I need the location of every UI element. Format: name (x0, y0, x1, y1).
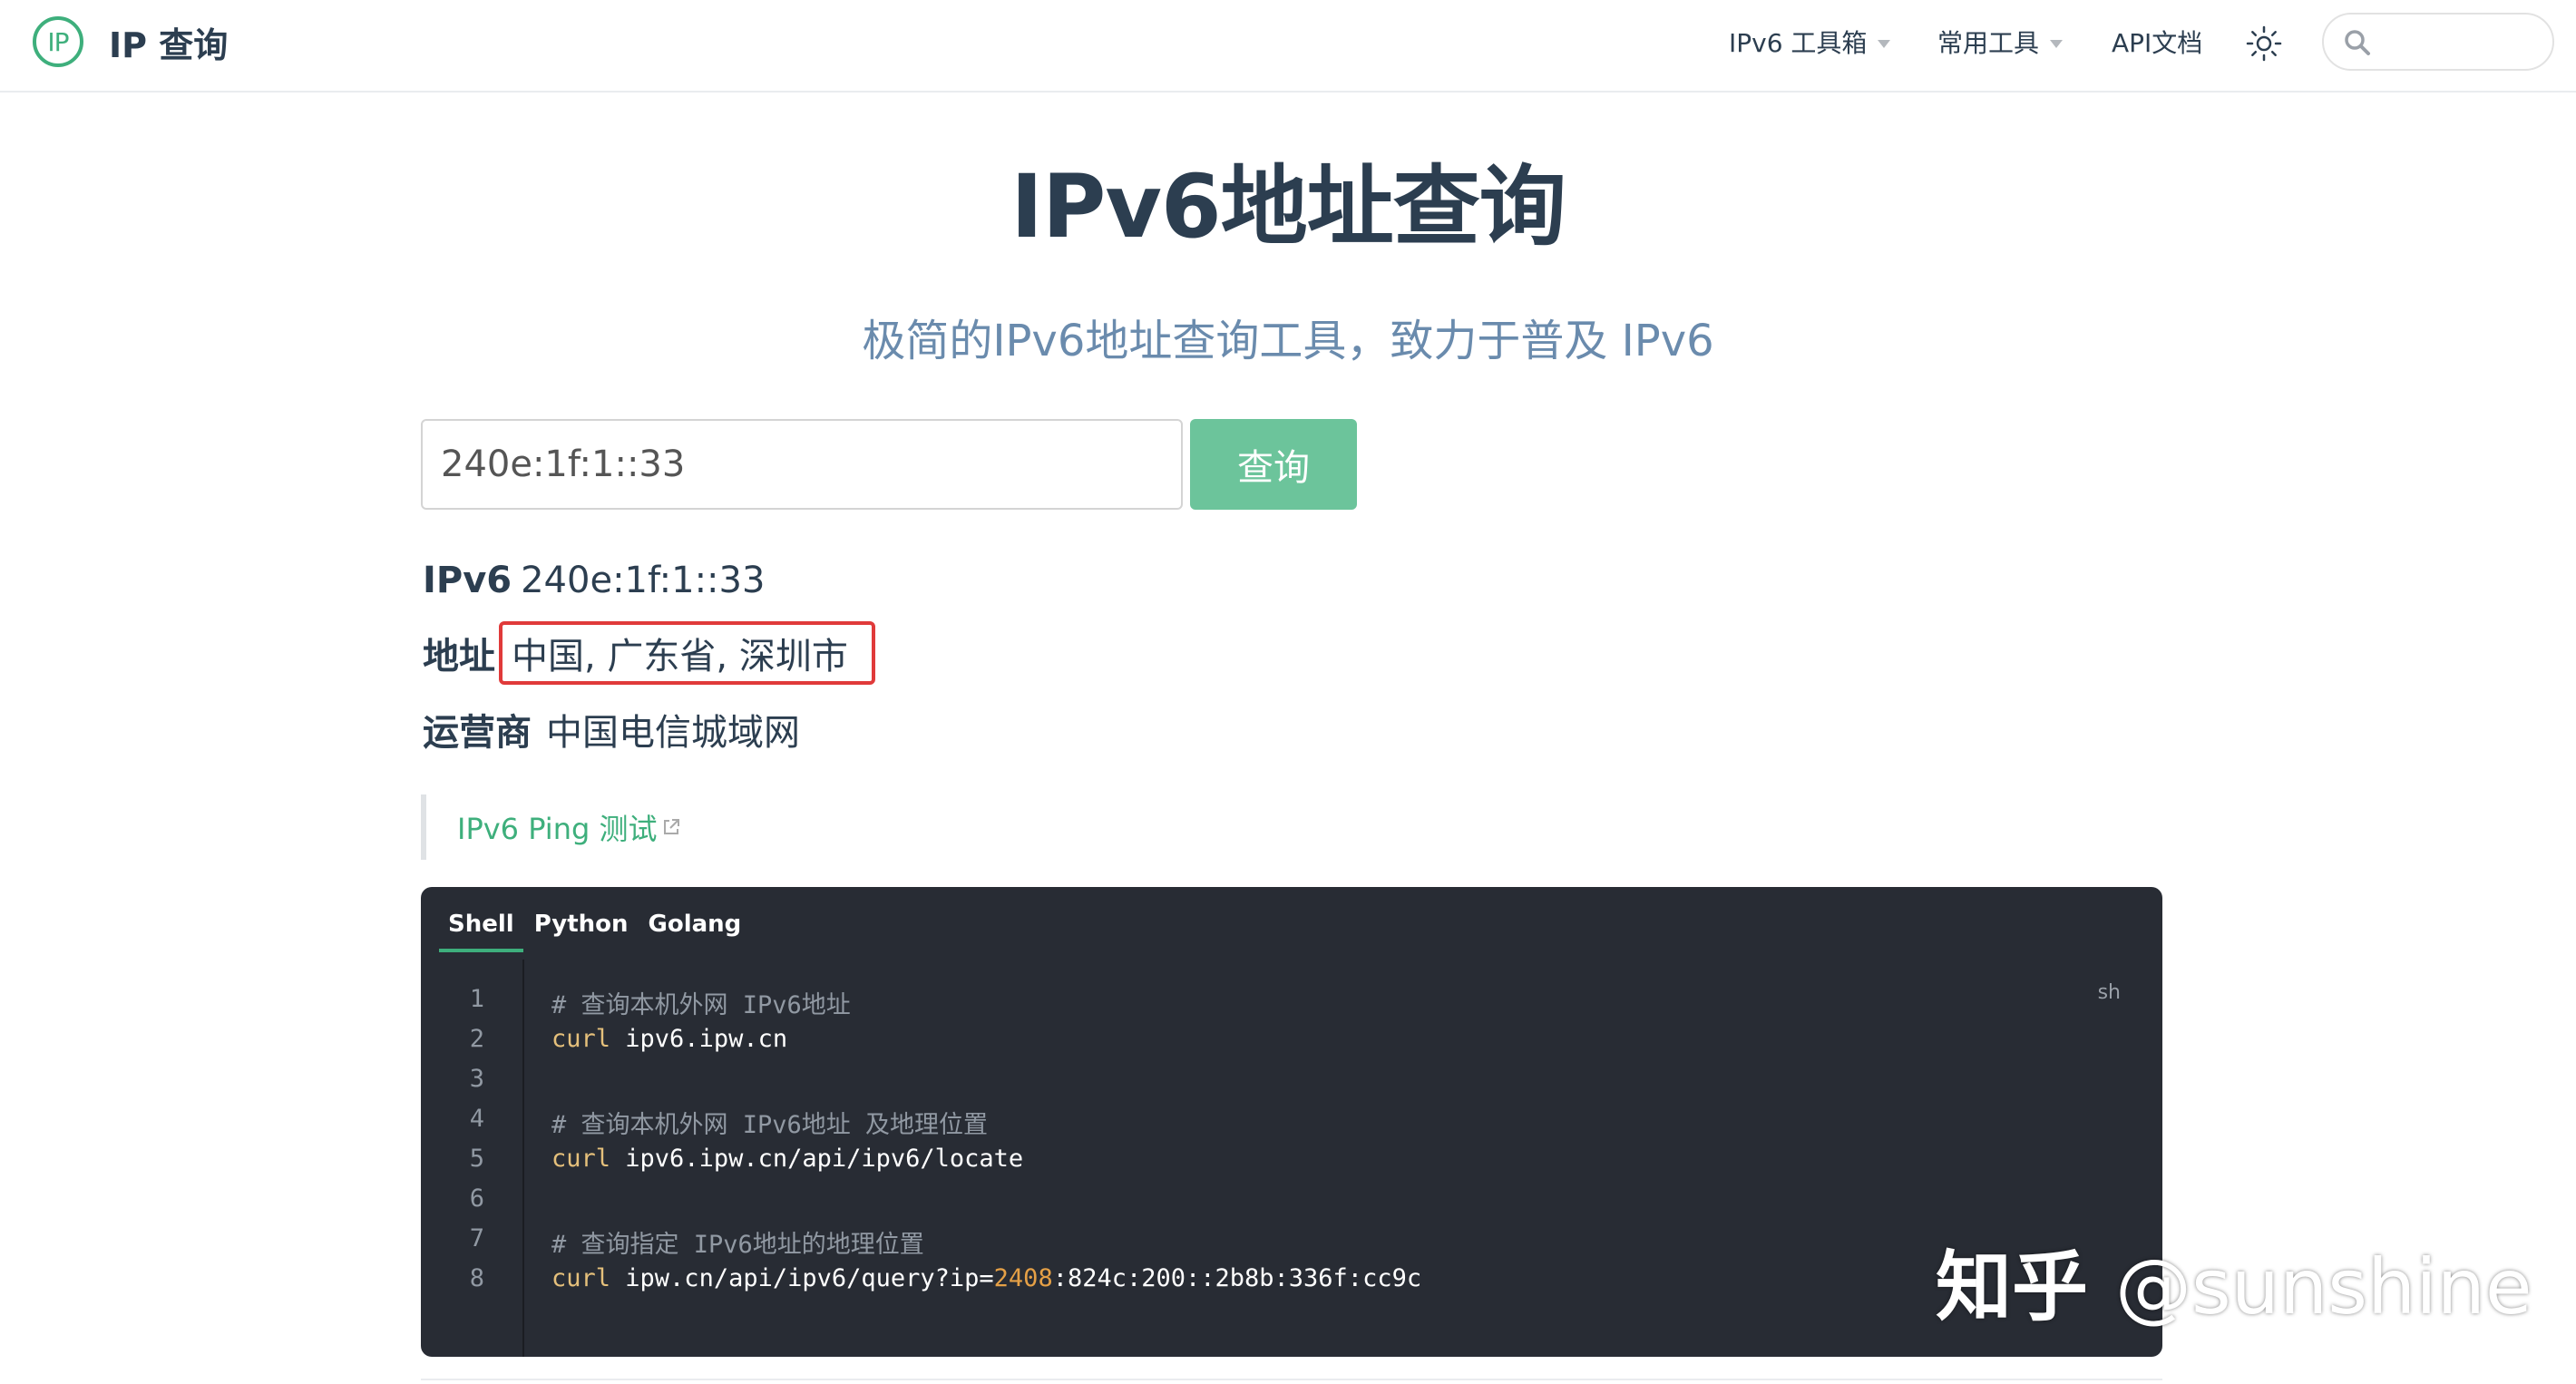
code-command: curl (551, 1145, 611, 1173)
search-box (2322, 13, 2554, 71)
line-number: 3 (469, 1065, 484, 1093)
nav-item-ipv6-toolbox[interactable]: IPv6 工具箱 (1729, 20, 1891, 63)
divider (421, 1379, 2162, 1380)
code-line-comment: # 查询本机外网 IPv6地址 及地理位置 (551, 1111, 989, 1139)
external-link-icon (664, 819, 680, 834)
line-number: 6 (469, 1184, 484, 1213)
code-tabs: Shell Python Golang (439, 911, 752, 952)
code-argument: ipw.cn/api/ipv6/query?ip= (610, 1264, 994, 1292)
isp-value: 中国电信城域网 (546, 712, 800, 754)
code-example-block: Shell Python Golang sh 1 2 3 4 5 6 7 8 #… (421, 887, 2162, 1357)
watermark-handle: @sunshine (2115, 1243, 2532, 1331)
line-number-gutter: 1 2 3 4 5 6 7 8 (421, 960, 524, 1357)
code-language-label: sh (2097, 981, 2121, 1004)
code-line-comment: # 查询指定 IPv6地址的地理位置 (551, 1231, 924, 1259)
result-isp-row: 运营商 中国电信城域网 (423, 702, 800, 756)
isp-label: 运营商 (423, 712, 532, 754)
page-subtitle: 极简的IPv6地址查询工具，致力于普及 IPv6 (862, 316, 1714, 366)
top-navbar: IP IP 查询 IPv6 工具箱 常用工具 API文档 (0, 0, 2576, 93)
ping-tip-block: IPv6 Ping 测试 (421, 794, 965, 860)
line-number: 1 (469, 985, 484, 1013)
nav-item-label: 常用工具 (1937, 28, 2040, 58)
ipv6-value: 240e:1f:1::33 (521, 560, 766, 601)
tab-shell[interactable]: Shell (439, 911, 523, 952)
code-command: curl (551, 1264, 611, 1292)
site-title: IP 查询 (109, 24, 229, 65)
ipv6-ping-link[interactable]: IPv6 Ping 测试 (457, 806, 682, 848)
page-title: IPv6地址查询 (1010, 156, 1566, 258)
line-number: 5 (469, 1145, 484, 1173)
nav-item-label: API文档 (2112, 28, 2203, 58)
line-number: 7 (469, 1224, 484, 1252)
ipv6-address-input[interactable] (421, 419, 1183, 510)
code-line-comment: # 查询本机外网 IPv6地址 (551, 991, 851, 1019)
code-line: curl ipv6.ipw.cn (551, 1025, 787, 1053)
theme-toggle-button[interactable] (2244, 24, 2284, 63)
watermark-brand: 知乎 (1936, 1243, 2089, 1331)
brand-home-link[interactable]: IP IP 查询 (33, 13, 228, 71)
caret-down-icon (1878, 39, 1891, 48)
sun-icon (2246, 25, 2282, 62)
tab-golang[interactable]: Golang (639, 911, 751, 952)
ip-logo-icon: IP (33, 16, 83, 67)
ipv6-label: IPv6 (423, 560, 512, 601)
code-number: 2408 (993, 1264, 1053, 1292)
search-input[interactable] (2380, 24, 2538, 62)
code-line: curl ipw.cn/api/ipv6/query?ip=2408:824c:… (551, 1264, 1421, 1292)
code-argument: ipv6.ipw.cn/api/ipv6/locate (610, 1145, 1024, 1173)
zhihu-watermark: 知乎 @sunshine (1936, 1226, 2532, 1336)
result-address-row: 地址 中国, 广东省, 深圳市 (423, 621, 875, 685)
code-command: curl (551, 1025, 611, 1053)
nav-item-api-docs[interactable]: API文档 (2112, 20, 2202, 63)
code-argument: :824c:200::2b8b:336f:cc9c (1052, 1264, 1422, 1292)
address-label: 地址 (423, 636, 495, 677)
search-icon (2345, 30, 2370, 55)
code-argument: ipv6.ipw.cn (610, 1025, 788, 1053)
line-number: 4 (469, 1105, 484, 1133)
line-number: 8 (469, 1264, 484, 1292)
ping-link-label: IPv6 Ping 测试 (457, 812, 658, 846)
nav-item-label: IPv6 工具箱 (1729, 28, 1868, 58)
result-ipv6-row: IPv6 240e:1f:1::33 (423, 553, 765, 608)
nav-item-common-tools[interactable]: 常用工具 (1937, 20, 2064, 63)
tab-python[interactable]: Python (525, 911, 638, 952)
code-line: curl ipv6.ipw.cn/api/ipv6/locate (551, 1145, 1023, 1173)
line-number: 2 (469, 1025, 484, 1053)
address-value: 中国, 广东省, 深圳市 (499, 621, 875, 685)
caret-down-icon (2050, 39, 2064, 48)
query-button[interactable]: 查询 (1190, 419, 1357, 510)
